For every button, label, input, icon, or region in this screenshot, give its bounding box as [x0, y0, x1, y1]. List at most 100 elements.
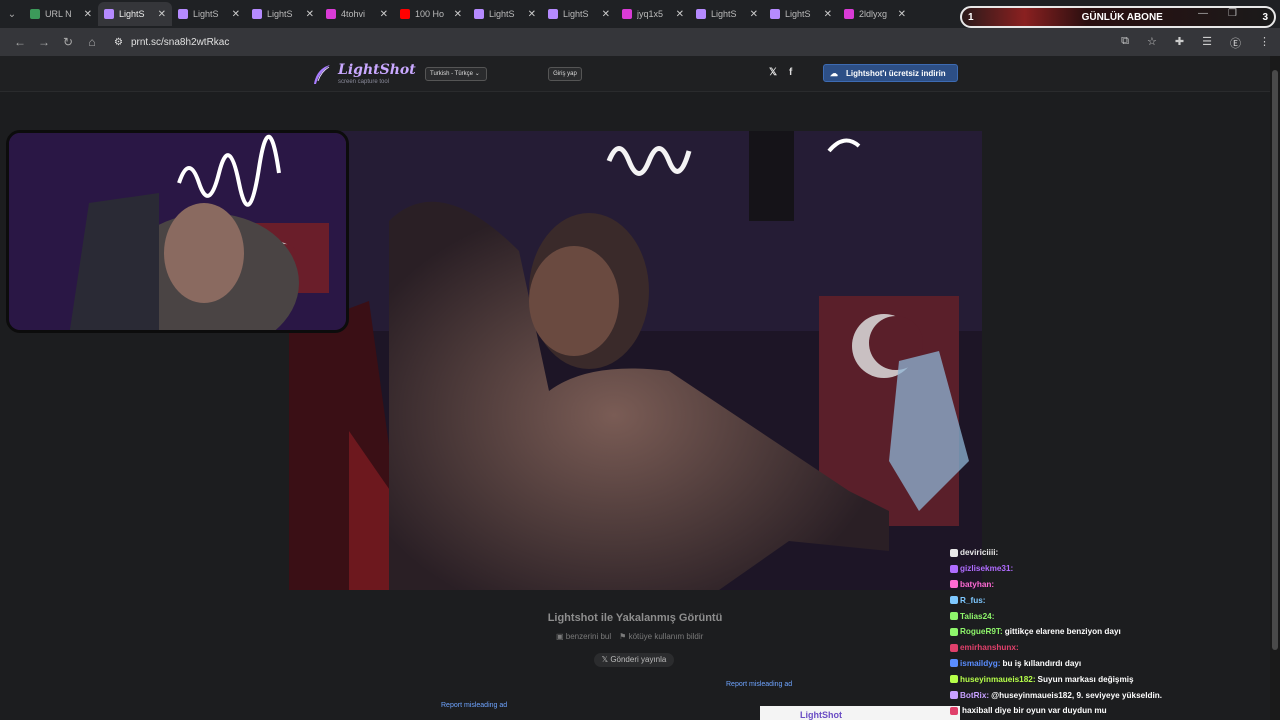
close-tab-icon[interactable]: ✕ — [898, 9, 906, 20]
browser-tab[interactable]: LightS ✕ — [468, 2, 542, 26]
chat-message: gizlisekme31: — [950, 561, 1270, 577]
tab-title: LightS — [267, 9, 293, 19]
feather-icon — [696, 9, 706, 19]
lightshot-header: LightShot screen capture tool Turkish - … — [0, 56, 1270, 92]
login-button[interactable]: Giriş yap — [548, 67, 582, 81]
captured-screenshot-image — [289, 131, 982, 590]
tab-title: LightS — [193, 9, 219, 19]
chat-message: huseyinmaueis182: Suyun markası değişmiş — [950, 671, 1270, 687]
browser-tab[interactable]: URL N ✕ — [24, 2, 98, 26]
install-icon[interactable]: ⧉ — [1121, 35, 1129, 51]
site-info-icon[interactable]: ⚙ — [114, 37, 123, 48]
chat-badge-icon — [950, 612, 958, 621]
chat-username: devirici​iii: — [960, 548, 999, 558]
profile-avatar-icon[interactable]: Ⓔ — [1230, 35, 1241, 51]
tab-title: LightS — [489, 9, 515, 19]
forward-icon[interactable]: → — [32, 35, 56, 49]
close-tab-icon[interactable]: ✕ — [602, 9, 610, 20]
chat-badge-icon — [950, 643, 958, 652]
reload-icon[interactable]: ↻ — [56, 35, 80, 49]
chat-username: batyhan: — [960, 579, 995, 589]
chat-username: RogueR9T: — [960, 627, 1003, 637]
chevron-down-icon: ⌄ — [474, 71, 480, 77]
feather-logo-icon — [314, 65, 330, 84]
report-ad-link-left[interactable]: Report misleading ad — [441, 702, 507, 709]
download-label: Lightshot'ı ücretsiz indirin — [846, 68, 946, 78]
chat-badge-icon — [950, 564, 958, 573]
tab-title: URL N — [45, 9, 72, 19]
chat-username: emirhanshunx: — [960, 643, 1019, 653]
hashtag-icon — [844, 9, 854, 19]
chat-badge-icon — [950, 580, 958, 589]
report-ad-link-right[interactable]: Report misleading ad — [726, 681, 792, 688]
tab-search-button[interactable]: ⌄ — [0, 0, 24, 28]
menu-icon[interactable]: ⋮ — [1259, 35, 1270, 51]
find-similar-link[interactable]: ▣ benzerini bul — [556, 632, 611, 641]
feather-icon — [104, 9, 114, 19]
banner-left-number: 1 — [968, 11, 974, 23]
page-scrollbar[interactable] — [1270, 56, 1280, 720]
close-tab-icon[interactable]: ✕ — [380, 9, 388, 20]
hashtag-icon — [326, 9, 336, 19]
close-tab-icon[interactable]: ✕ — [454, 9, 462, 20]
browser-tab[interactable]: LightS ✕ — [98, 2, 172, 26]
post-to-x-button[interactable]: 𝕏 Gönderi yayınla — [594, 653, 674, 667]
close-tab-icon[interactable]: ✕ — [750, 9, 758, 20]
chat-username: gizlisekme31: — [960, 564, 1014, 574]
chat-badge-icon — [950, 548, 958, 557]
address-field[interactable]: ⚙ prnt.sc/sna8h2wtRkac — [114, 37, 229, 48]
close-tab-icon[interactable]: ✕ — [824, 9, 832, 20]
chat-message: emirhanshunx: — [950, 640, 1270, 656]
back-icon[interactable]: ← — [8, 35, 32, 49]
browser-tab[interactable]: LightS ✕ — [172, 2, 246, 26]
chat-message: ismaildyg: bu iş kıllandırdı dayı — [950, 656, 1270, 672]
browser-tab[interactable]: LightS ✕ — [246, 2, 320, 26]
browser-tab[interactable]: jyq1x5 ✕ — [616, 2, 690, 26]
language-value: Turkish - Türkçe — [430, 71, 474, 77]
tab-title: 4tohvi — [341, 9, 366, 19]
bookmark-star-icon[interactable]: ☆ — [1147, 35, 1157, 51]
home-icon[interactable]: ⌂ — [80, 35, 104, 49]
chat-text: @huseyinmaueis182, 9. seviyeye yükseldin… — [991, 690, 1163, 700]
close-tab-icon[interactable]: ✕ — [232, 9, 240, 20]
browser-tab[interactable]: 100 Ho ✕ — [394, 2, 468, 26]
close-tab-icon[interactable]: ✕ — [84, 9, 92, 20]
chat-badge-icon — [950, 596, 958, 605]
extensions-icon[interactable]: ✚ — [1175, 35, 1184, 51]
find-similar-label: benzerini bul — [565, 632, 612, 641]
browser-tab[interactable]: LightS ✕ — [764, 2, 838, 26]
ad-banner[interactable]: LightShot — [760, 706, 960, 720]
browser-tab[interactable]: LightS ✕ — [690, 2, 764, 26]
browser-tab[interactable]: 4tohvi ✕ — [320, 2, 394, 26]
close-tab-icon[interactable]: ✕ — [528, 9, 536, 20]
url-text: prnt.sc/sna8h2wtRkac — [130, 36, 230, 48]
close-tab-icon[interactable]: ✕ — [158, 9, 166, 20]
browser-tab[interactable]: 2ldlyxg ✕ — [838, 2, 912, 26]
stream-chat-overlay: devirici​iii: gizlisekme31: batyhan: R_fus:… — [950, 545, 1270, 719]
reading-list-icon[interactable]: ☰ — [1202, 35, 1212, 51]
banner-right-number: 3 — [1262, 11, 1268, 23]
facebook-icon[interactable]: f — [789, 67, 792, 78]
feather-icon — [178, 9, 188, 19]
address-toolbar: ← → ↻ ⌂ ⚙ prnt.sc/sna8h2wtRkac ⧉ ☆ ✚ ☰ Ⓔ… — [0, 28, 1280, 56]
tab-title: 2ldlyxg — [859, 9, 888, 19]
close-tab-icon[interactable]: ✕ — [676, 9, 684, 20]
report-abuse-link[interactable]: ⚑ kötüye kullanım bildir — [619, 632, 703, 641]
maximize-icon[interactable]: ❐ — [1228, 8, 1237, 19]
chat-badge-icon — [950, 627, 958, 636]
browser-tab[interactable]: LightS ✕ — [542, 2, 616, 26]
chat-text: Suyun markası değişmiş — [1037, 674, 1134, 684]
feather-icon — [252, 9, 262, 19]
language-select[interactable]: Turkish - Türkçe ⌄ — [425, 67, 487, 81]
twitter-icon[interactable]: 𝕏 — [769, 67, 777, 78]
tab-title: LightS — [711, 9, 737, 19]
download-button[interactable]: ☁ Lightshot'ı ücretsiz indirin — [823, 64, 958, 82]
chat-badge-icon — [950, 691, 958, 700]
x-logo-icon: 𝕏 — [601, 655, 611, 664]
close-tab-icon[interactable]: ✕ — [306, 9, 314, 20]
minimize-icon[interactable]: — — [1198, 8, 1208, 19]
feather-icon — [770, 9, 780, 19]
report-abuse-label: kötüye kullanım bildir — [628, 632, 704, 641]
chat-username: R_fus: — [960, 595, 986, 605]
chat-username: huseyinmaueis182: — [960, 674, 1036, 684]
